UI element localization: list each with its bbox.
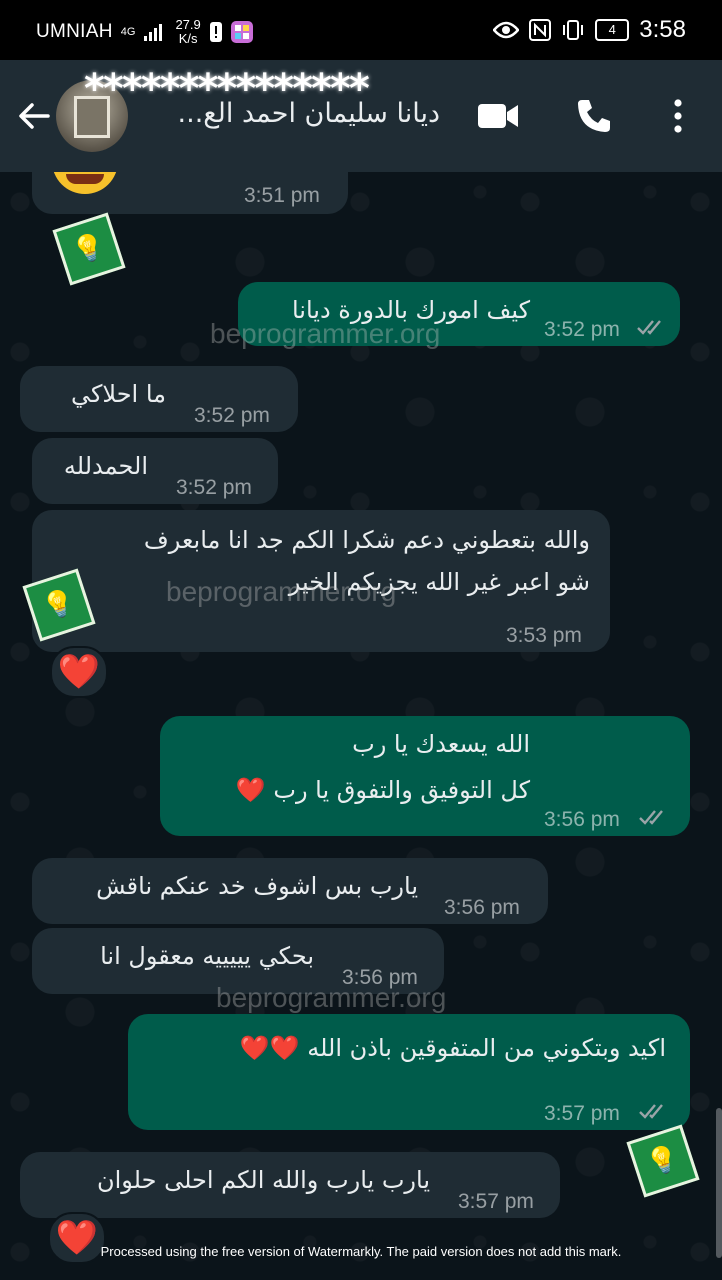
network-speed: 27.9 K/s [175, 17, 201, 46]
message-text: الحمدلله [63, 452, 148, 480]
message-text: يارب بس اشوف خد عنكم ناقش [96, 872, 418, 900]
message-text: اكيد وبتكوني من المتفوقين باذن الله ❤️❤️ [239, 1034, 666, 1062]
nfc-icon [529, 19, 552, 41]
emoji-sticker [52, 172, 118, 194]
message-time: 3:57 pm [544, 1102, 620, 1125]
message-time: 3:57 pm [458, 1190, 534, 1213]
chat-header: ديانا سليمان احمد الع... *************** [0, 60, 722, 172]
read-receipt-icon [639, 810, 663, 825]
network-type: 4G [120, 25, 136, 38]
reaction-sticker[interactable]: 💡 [626, 1124, 700, 1198]
voice-call-icon[interactable] [574, 96, 614, 136]
message-outgoing[interactable]: الله يسعدك يا رب كل التوفيق والتفوق يا ر… [160, 716, 690, 836]
watermarkly-note: Processed using the free version of Wate… [100, 1244, 622, 1259]
message-text-line: كل التوفيق والتفوق يا رب ❤️ [235, 776, 530, 804]
watermark: beprogrammer.org [166, 576, 397, 607]
message-incoming[interactable]: يارب بس اشوف خد عنكم ناقش 3:56 pm [32, 858, 548, 924]
carrier-label: UMNIAH [36, 21, 113, 42]
message-time: 3:56 pm [444, 896, 520, 919]
watermark: beprogrammer.org [216, 982, 447, 1013]
eye-icon [493, 21, 520, 39]
status-bar: UMNIAH 4G 27.9 K/s 4 3:58 [0, 0, 722, 60]
message-time: 3:56 pm [544, 808, 620, 831]
alert-icon [209, 22, 222, 42]
battery-icon: 4 [595, 19, 630, 41]
message-incoming[interactable]: الحمدلله 3:52 pm [32, 438, 278, 504]
message-text-line: والله بتعطوني دعم شكرا الكم جد انا مابعر… [143, 526, 590, 554]
reaction-sticker[interactable]: 💡 [52, 212, 126, 286]
message-text: يارب يارب والله الكم احلى حلوان [96, 1166, 430, 1194]
read-receipt-icon [637, 320, 661, 335]
scrollbar[interactable] [716, 1108, 722, 1258]
message-outgoing[interactable]: اكيد وبتكوني من المتفوقين باذن الله ❤️❤️… [128, 1014, 690, 1130]
message-text: ما احلاكي [70, 380, 166, 408]
message-text: بحكي يييييه معقول انا [100, 942, 314, 970]
clock: 3:58 [639, 16, 686, 43]
more-vertical-icon[interactable] [668, 96, 688, 136]
message-time: 3:52 pm [194, 404, 270, 427]
message-incoming[interactable]: ما احلاكي 3:52 pm [20, 366, 298, 432]
vibrate-icon [563, 20, 584, 40]
message-text-line: الله يسعدك يا رب [352, 730, 530, 758]
read-receipt-icon [639, 1104, 663, 1119]
back-arrow-icon[interactable] [14, 96, 54, 136]
message-time: 3:53 pm [506, 624, 582, 647]
watermark: beprogrammer.org [210, 318, 441, 349]
video-call-icon[interactable] [476, 96, 520, 136]
masked-name-overlay: *************** [84, 66, 370, 112]
message-time: 3:51 pm [244, 184, 320, 207]
message-time: 3:52 pm [544, 318, 620, 341]
message-time: 3:52 pm [176, 476, 252, 499]
signal-icon [144, 24, 163, 41]
reaction-heart[interactable]: ❤️ [50, 646, 108, 698]
message-incoming[interactable]: يارب يارب والله الكم احلى حلوان 3:57 pm [20, 1152, 560, 1218]
app-notification-icon [230, 21, 253, 43]
chat-area[interactable]: 3:51 pm 💡 كيف امورك بالدورة ديانا 3:52 p… [0, 172, 722, 1280]
